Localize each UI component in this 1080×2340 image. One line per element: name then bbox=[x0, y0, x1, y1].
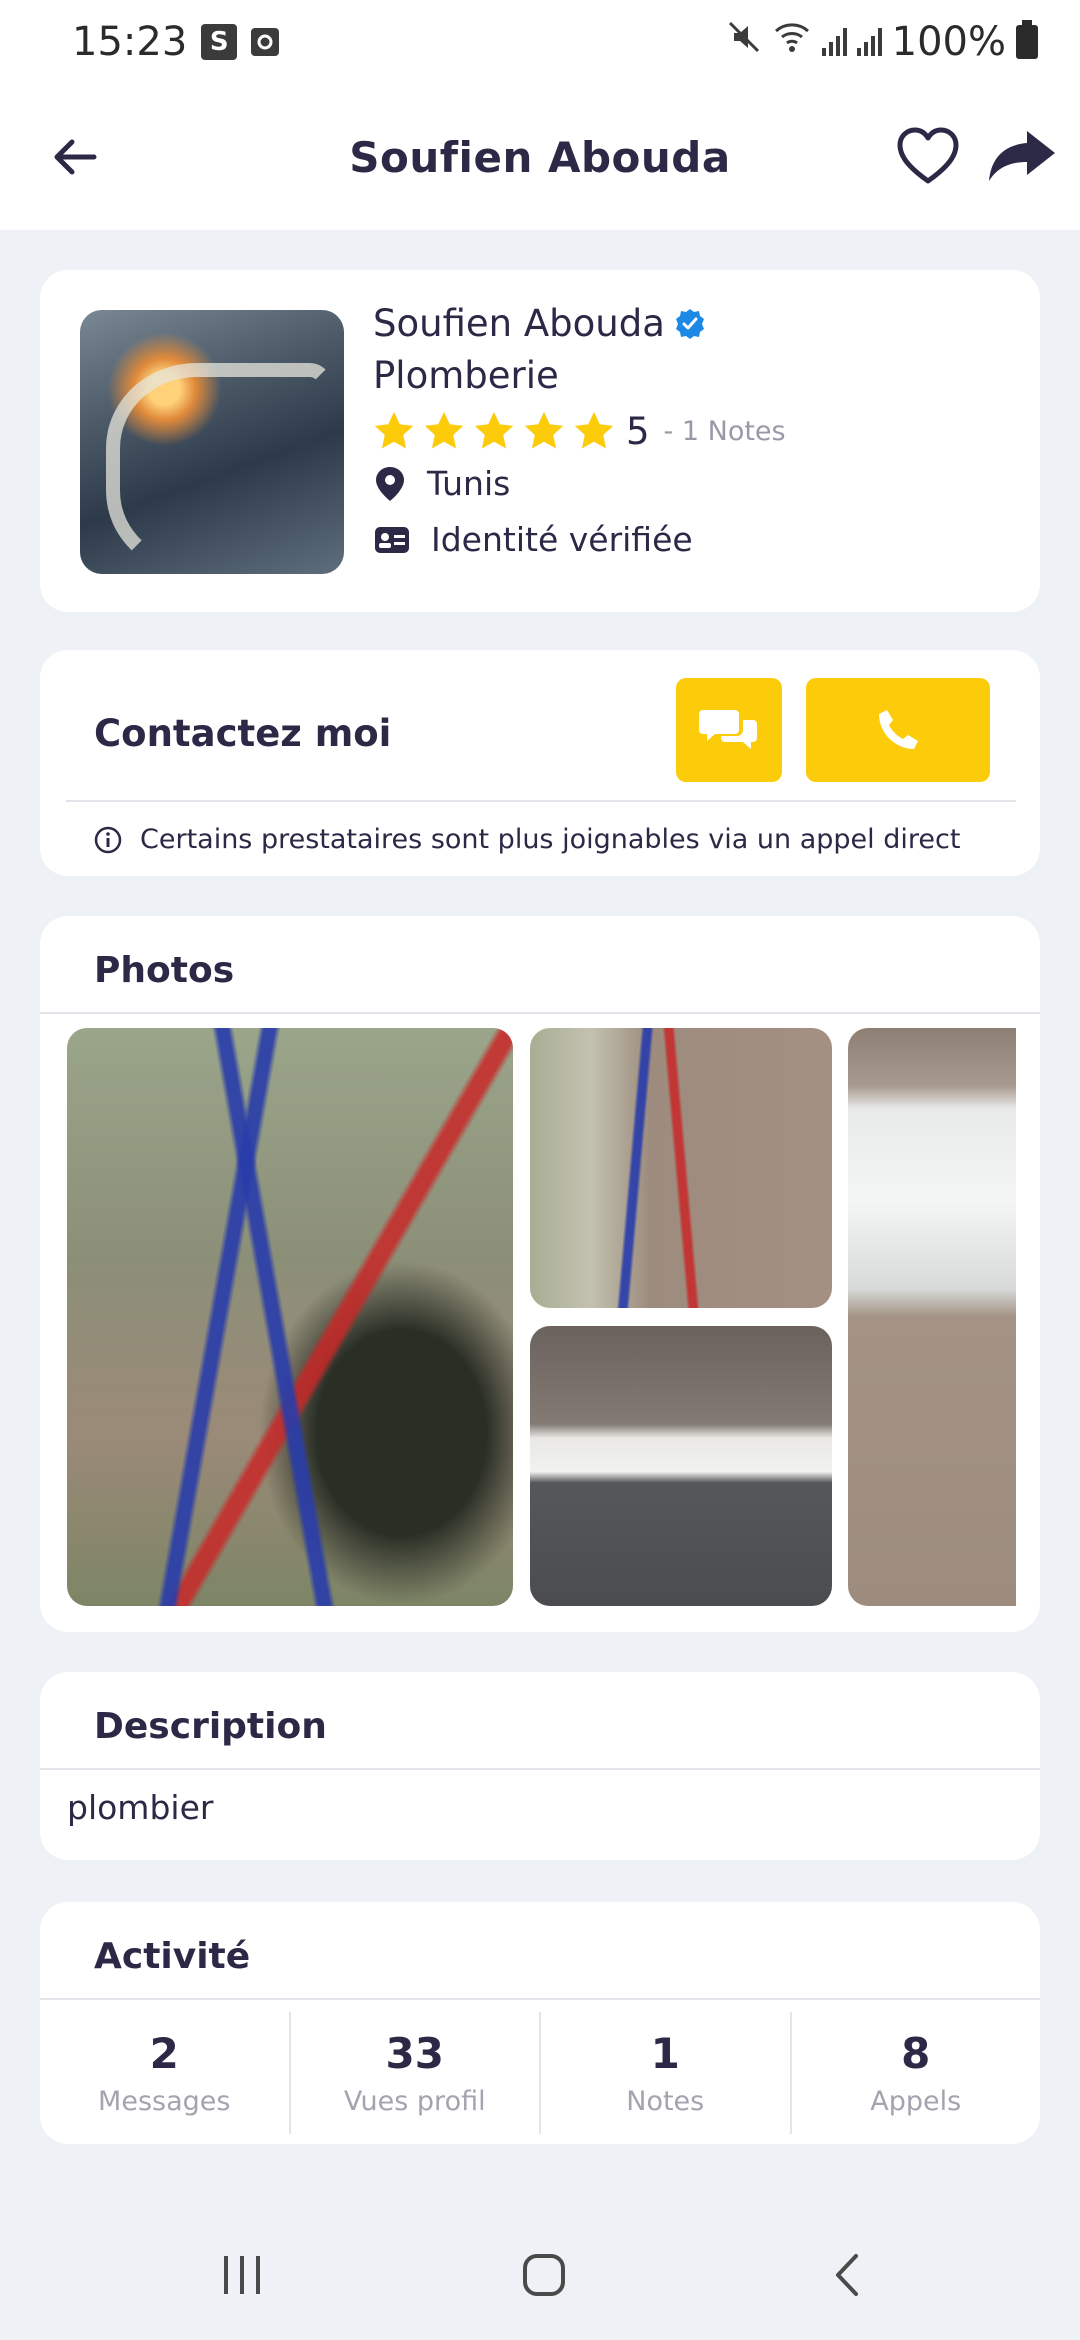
heart-icon bbox=[897, 127, 959, 184]
stat-calls: 8 Appels bbox=[792, 2012, 1041, 2134]
star-icon bbox=[574, 411, 614, 449]
home-button[interactable] bbox=[494, 2230, 594, 2320]
chevron-left-icon bbox=[836, 2254, 858, 2296]
description-card: Description plombier bbox=[40, 1672, 1040, 1860]
stat-value: 8 bbox=[901, 2029, 931, 2078]
chat-bubbles-icon bbox=[699, 710, 757, 749]
system-nav-bar bbox=[0, 2210, 1080, 2340]
signal-icon bbox=[856, 28, 882, 56]
share-button[interactable] bbox=[982, 118, 1062, 194]
favorite-button[interactable] bbox=[890, 118, 966, 194]
back-button[interactable] bbox=[40, 122, 110, 192]
battery-icon bbox=[1016, 20, 1038, 59]
stat-value: 2 bbox=[149, 2029, 179, 2078]
profile-name-row: Soufien Abouda bbox=[373, 302, 707, 345]
photos-title: Photos bbox=[94, 950, 235, 991]
id-card-icon bbox=[375, 526, 409, 553]
star-icon bbox=[524, 411, 564, 449]
contact-card: Contactez moi Certains prestataires sont… bbox=[40, 650, 1040, 876]
description-title: Description bbox=[94, 1706, 327, 1747]
status-right: 100% bbox=[726, 19, 1038, 65]
location-pin-icon bbox=[376, 466, 404, 501]
location-text: Tunis bbox=[427, 464, 511, 503]
star-icon bbox=[424, 411, 464, 449]
home-icon bbox=[523, 2254, 565, 2296]
divider bbox=[40, 1998, 1040, 2000]
divider bbox=[66, 800, 1016, 802]
contact-note-text: Certains prestataires sont plus joignabl… bbox=[140, 824, 961, 855]
page-title: Soufien Abouda bbox=[349, 132, 731, 182]
contact-title: Contactez moi bbox=[94, 712, 392, 755]
recent-apps-button[interactable] bbox=[192, 2230, 292, 2320]
stat-profile-views: 33 Vues profil bbox=[291, 2012, 541, 2134]
battery-percent: 100% bbox=[891, 19, 1006, 65]
arrow-left-icon bbox=[54, 139, 97, 175]
call-button[interactable] bbox=[806, 678, 990, 782]
rating-notes: - 1 Notes bbox=[663, 415, 786, 447]
s-app-icon: S bbox=[201, 24, 238, 60]
stat-value: 1 bbox=[650, 2029, 680, 2078]
phone-icon bbox=[879, 710, 918, 749]
stat-label: Notes bbox=[626, 2086, 705, 2117]
location-row: Tunis bbox=[373, 464, 510, 503]
photos-scroll-edge bbox=[1016, 1016, 1040, 1616]
stat-label: Vues profil bbox=[343, 2086, 486, 2117]
profile-name: Soufien Abouda bbox=[373, 302, 665, 345]
photo-thumbnail[interactable] bbox=[530, 1028, 832, 1308]
rating-row: 5 - 1 Notes bbox=[370, 408, 786, 454]
description-text: plombier bbox=[67, 1788, 214, 1827]
identity-row: Identité vérifiée bbox=[373, 520, 693, 559]
stat-label: Messages bbox=[98, 2086, 231, 2117]
status-time: 15:23 bbox=[72, 19, 188, 65]
share-arrow-icon bbox=[989, 131, 1055, 181]
photo-thumbnail[interactable] bbox=[848, 1028, 1040, 1606]
activity-card: Activité 2 Messages 33 Vues profil 1 Not… bbox=[40, 1902, 1040, 2144]
photos-card: Photos bbox=[40, 916, 1040, 1632]
mute-icon bbox=[726, 19, 762, 65]
profile-category: Plomberie bbox=[373, 354, 559, 397]
status-left: 15:23 S bbox=[72, 19, 280, 65]
identity-text: Identité vérifiée bbox=[431, 520, 693, 559]
photo-thumbnail[interactable] bbox=[530, 1326, 832, 1606]
divider bbox=[40, 1012, 1040, 1014]
stat-label: Appels bbox=[870, 2086, 962, 2117]
activity-stats: 2 Messages 33 Vues profil 1 Notes 8 Appe… bbox=[40, 2012, 1040, 2134]
status-bar: 15:23 S 100% bbox=[0, 0, 1080, 84]
stat-notes: 1 Notes bbox=[541, 2012, 792, 2134]
stat-messages: 2 Messages bbox=[40, 2012, 291, 2134]
divider bbox=[40, 1768, 1040, 1770]
contact-note: Certains prestataires sont plus joignabl… bbox=[94, 824, 960, 855]
avatar[interactable] bbox=[80, 310, 344, 574]
screen-record-icon bbox=[251, 28, 280, 56]
star-icon bbox=[474, 411, 514, 449]
photo-thumbnail[interactable] bbox=[67, 1028, 513, 1606]
profile-card: Soufien Abouda Plomberie 5 - 1 Notes Tun… bbox=[40, 270, 1040, 612]
verified-badge-icon bbox=[675, 308, 704, 339]
activity-title: Activité bbox=[94, 1936, 251, 1977]
signal-icon bbox=[821, 28, 847, 56]
system-back-button[interactable] bbox=[796, 2230, 896, 2320]
recent-apps-icon bbox=[224, 2256, 260, 2294]
info-icon bbox=[94, 826, 122, 853]
chat-button[interactable] bbox=[676, 678, 782, 782]
wifi-icon bbox=[772, 19, 812, 65]
app-bar: Soufien Abouda bbox=[0, 84, 1080, 230]
rating-value: 5 bbox=[626, 409, 650, 453]
star-icon bbox=[374, 411, 414, 449]
stat-value: 33 bbox=[385, 2029, 444, 2078]
